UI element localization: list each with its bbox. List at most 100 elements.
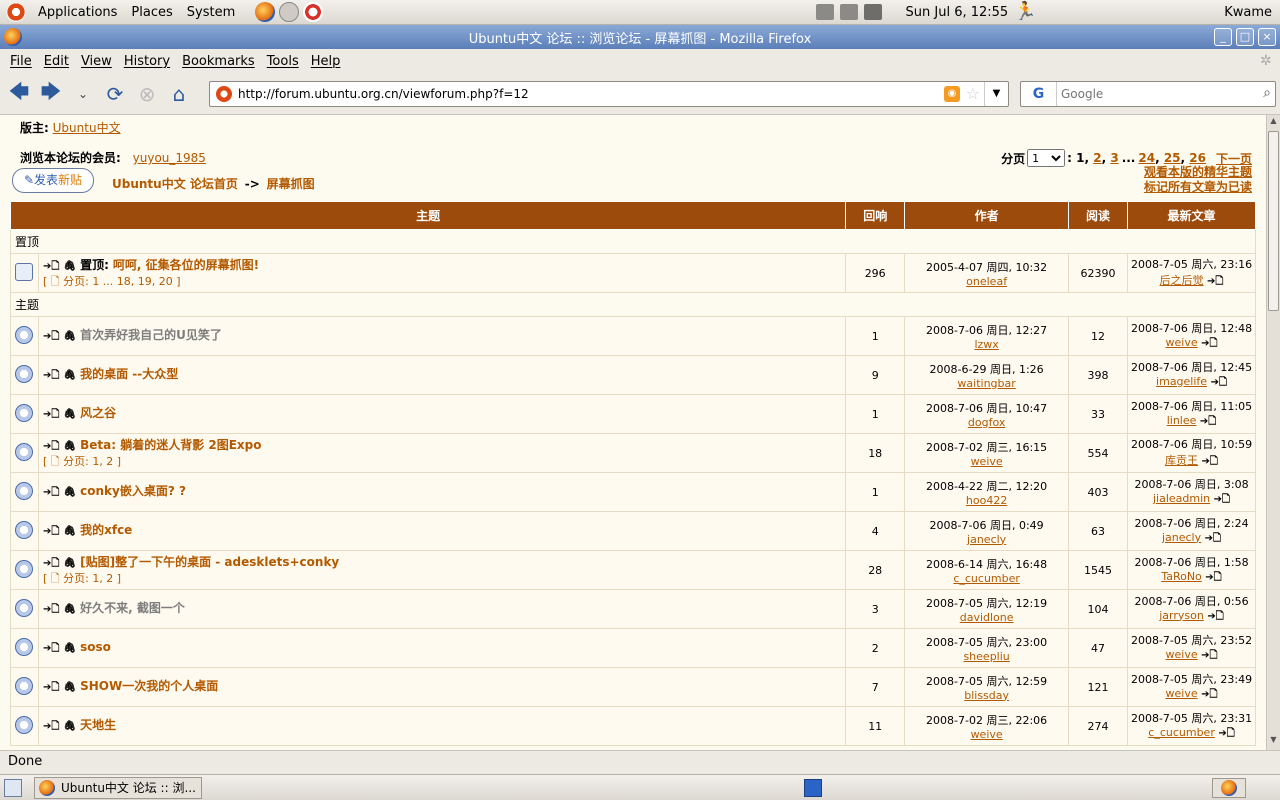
- newest-post-icon[interactable]: ➔🗋: [43, 331, 59, 342]
- window-titlebar[interactable]: Ubuntu中文 论坛 :: 浏览论坛 - 屏幕抓图 - Mozilla Fir…: [0, 25, 1280, 49]
- search-bar[interactable]: G ⌕: [1020, 81, 1276, 107]
- mark-read-link[interactable]: 标记所有文章为已读: [1144, 180, 1252, 195]
- author-link[interactable]: hoo422: [905, 494, 1068, 507]
- author-link[interactable]: blissday: [905, 689, 1068, 702]
- author-link[interactable]: c_cucumber: [905, 572, 1068, 585]
- newest-post-icon[interactable]: ➔🗋: [43, 604, 59, 615]
- firefox-icon[interactable]: [4, 28, 22, 46]
- last-post-user-link[interactable]: weive: [1166, 687, 1198, 700]
- menu-view[interactable]: View: [79, 54, 114, 69]
- back-icon[interactable]: 🡄: [6, 79, 32, 107]
- goto-last-post-icon[interactable]: ➔🗋: [1214, 494, 1230, 505]
- search-icon[interactable]: ⌕: [1263, 85, 1271, 101]
- minimize-button[interactable]: _: [1214, 28, 1232, 46]
- page-link-25[interactable]: 25: [1164, 151, 1181, 165]
- url-dropdown-icon[interactable]: ▼: [984, 82, 1008, 106]
- featured-topics-link[interactable]: 观看本版的精华主题: [1144, 165, 1252, 180]
- topic-title-link[interactable]: 好久不来, 截图一个: [80, 601, 185, 615]
- page-link-3[interactable]: 3: [1110, 151, 1118, 165]
- home-icon[interactable]: ⌂: [166, 81, 192, 107]
- menu-bookmarks[interactable]: Bookmarks: [180, 54, 257, 69]
- scroll-down-icon[interactable]: ▼: [1268, 735, 1279, 749]
- last-post-user-link[interactable]: janecly: [1162, 531, 1201, 544]
- menu-file[interactable]: File: [8, 54, 34, 69]
- topic-title-link[interactable]: SHOW一次我的个人桌面: [80, 679, 218, 693]
- topic-title-link[interactable]: soso: [80, 640, 111, 654]
- newest-post-icon[interactable]: ➔🗋: [43, 370, 59, 381]
- close-button[interactable]: ×: [1258, 28, 1276, 46]
- scroll-up-icon[interactable]: ▲: [1268, 116, 1279, 130]
- topic-title-link[interactable]: 呵呵, 征集各位的屏幕抓图!: [113, 258, 259, 272]
- author-link[interactable]: waitingbar: [905, 377, 1068, 390]
- help-launcher-icon[interactable]: [303, 2, 324, 22]
- menu-applications[interactable]: Applications: [38, 5, 117, 20]
- moderator-link[interactable]: Ubuntu中文: [53, 121, 121, 135]
- menu-history[interactable]: History: [122, 54, 172, 69]
- author-link[interactable]: lzwx: [905, 338, 1068, 351]
- page-link-26[interactable]: 26: [1189, 151, 1206, 165]
- volume-tray-icon[interactable]: [863, 4, 882, 20]
- menu-edit[interactable]: Edit: [42, 54, 71, 69]
- goto-last-post-icon[interactable]: ➔🗋: [1207, 611, 1223, 622]
- reload-icon[interactable]: ⟳: [102, 81, 128, 107]
- topic-title-link[interactable]: 首次弄好我自己的U见笑了: [80, 328, 222, 342]
- topic-title-link[interactable]: 我的xfce: [80, 523, 132, 537]
- topic-title-link[interactable]: 我的桌面 --大众型: [80, 367, 178, 381]
- topic-pages[interactable]: [ 🗋 分页: 1 ... 18, 19, 20 ]: [43, 275, 181, 288]
- search-input[interactable]: [1061, 87, 1241, 101]
- goto-last-post-icon[interactable]: ➔🗋: [1218, 728, 1234, 739]
- mail-launcher-icon[interactable]: [279, 2, 300, 22]
- author-link[interactable]: dogfox: [905, 416, 1068, 429]
- printer-tray-icon[interactable]: [815, 4, 834, 20]
- menu-system[interactable]: System: [187, 5, 235, 20]
- last-post-user-link[interactable]: weive: [1166, 648, 1198, 661]
- goto-last-post-icon[interactable]: ➔🗋: [1201, 338, 1217, 349]
- newest-post-icon[interactable]: ➔🗋: [43, 409, 59, 420]
- last-post-user-link[interactable]: jialeadmin: [1153, 492, 1210, 505]
- author-link[interactable]: weive: [905, 728, 1068, 741]
- url-bar[interactable]: http://forum.ubuntu.org.cn/viewforum.php…: [209, 81, 1009, 107]
- goto-last-post-icon[interactable]: ➔🗋: [1211, 377, 1227, 388]
- panel-user[interactable]: Kwame: [1224, 5, 1272, 20]
- url-text[interactable]: http://forum.ubuntu.org.cn/viewforum.php…: [238, 87, 529, 101]
- topic-title-link[interactable]: 风之谷: [80, 406, 116, 420]
- menu-tools[interactable]: Tools: [265, 54, 301, 69]
- panel-clock[interactable]: Sun Jul 6, 12:55: [906, 5, 1009, 20]
- taskbar-firefox-window[interactable]: Ubuntu中文 论坛 :: 浏...: [34, 776, 202, 799]
- author-link[interactable]: sheepliu: [905, 650, 1068, 663]
- last-post-user-link[interactable]: linlee: [1167, 414, 1197, 427]
- rss-feed-icon[interactable]: ◉: [944, 86, 960, 102]
- scroll-thumb[interactable]: [1268, 131, 1279, 311]
- author-link[interactable]: oneleaf: [905, 275, 1068, 288]
- topic-title-link[interactable]: [贴图]整了一下午的桌面 - adesklets+conky: [80, 555, 339, 569]
- newest-post-icon[interactable]: ➔🗋: [43, 487, 59, 498]
- menu-places[interactable]: Places: [131, 5, 172, 20]
- page-link-24[interactable]: 24: [1138, 151, 1155, 165]
- last-post-user-link[interactable]: c_cucumber: [1148, 726, 1215, 739]
- last-post-user-link[interactable]: 后之后觉: [1160, 274, 1204, 287]
- last-post-user-link[interactable]: TaRoNo: [1161, 570, 1201, 583]
- newest-post-icon[interactable]: ➔🗋: [43, 682, 59, 693]
- newest-post-icon[interactable]: ➔🗋: [43, 558, 59, 569]
- topic-title-link[interactable]: Beta: 躺着的迷人背影 2图Expo: [80, 438, 261, 452]
- forward-icon[interactable]: 🡆: [38, 79, 64, 107]
- vertical-scrollbar[interactable]: ▲ ▼: [1266, 115, 1280, 750]
- ubuntu-logo-icon[interactable]: [6, 2, 26, 22]
- search-engine-google-icon[interactable]: G: [1021, 82, 1057, 106]
- newest-post-icon[interactable]: ➔🗋: [43, 261, 59, 272]
- breadcrumb-forum[interactable]: 屏幕抓图: [267, 177, 315, 191]
- topic-pages[interactable]: [ 🗋 分页: 1, 2 ]: [43, 455, 121, 468]
- last-post-user-link[interactable]: imagelife: [1156, 375, 1207, 388]
- newest-post-icon[interactable]: ➔🗋: [43, 643, 59, 654]
- workspace-switcher-icon[interactable]: [804, 779, 822, 797]
- goto-last-post-icon[interactable]: ➔🗋: [1201, 689, 1217, 700]
- last-post-user-link[interactable]: weive: [1166, 336, 1198, 349]
- breadcrumb-home[interactable]: Ubuntu中文 论坛首页: [112, 177, 238, 191]
- topic-title-link[interactable]: 天地生: [80, 718, 116, 732]
- author-link[interactable]: weive: [905, 455, 1068, 468]
- topic-title-link[interactable]: conky嵌入桌面? ?: [80, 484, 186, 498]
- goto-last-post-icon[interactable]: ➔🗋: [1202, 456, 1218, 467]
- author-link[interactable]: janecly: [905, 533, 1068, 546]
- maximize-button[interactable]: □: [1236, 28, 1254, 46]
- member-link[interactable]: yuyou_1985: [133, 151, 206, 165]
